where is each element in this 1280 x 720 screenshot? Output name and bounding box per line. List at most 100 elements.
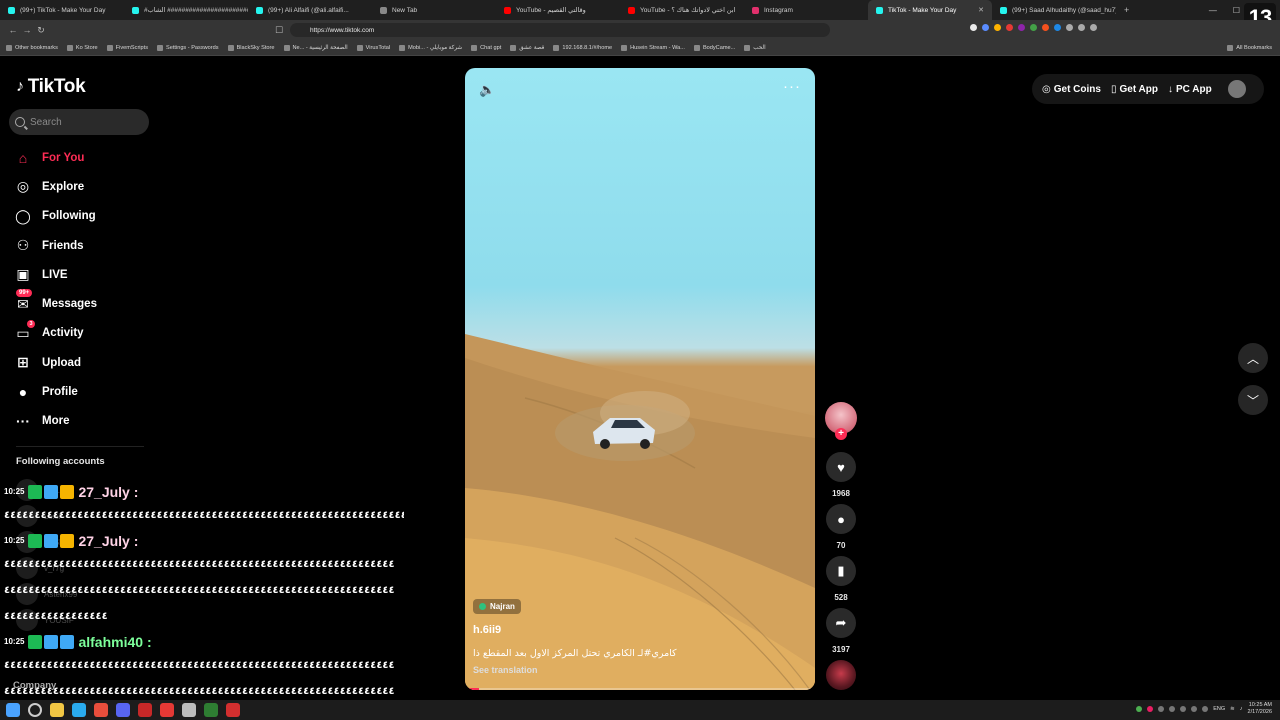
discord-icon[interactable] (116, 703, 130, 717)
pc-app-button[interactable]: ↓ PC App (1168, 84, 1212, 95)
sidebar-item-following[interactable]: ◯ Following (14, 202, 97, 231)
activity-icon: ▭ 3 (14, 320, 35, 342)
sidebar-item-friends[interactable]: ⚇ Friends (14, 231, 97, 260)
extension-icon[interactable] (1078, 24, 1085, 31)
maximize-icon[interactable]: ☐ (1233, 6, 1240, 15)
search-input[interactable]: Search (9, 109, 149, 135)
video-player[interactable]: 🔈 ··· Najran h.6ii9 كامري#لـ الكامري تحت… (465, 68, 815, 690)
bookmark-item[interactable]: BodyCame... (693, 44, 735, 51)
telegram-icon[interactable] (72, 703, 86, 717)
sidebar-item-activity[interactable]: ▭ 3 Activity (14, 319, 97, 348)
app-icon[interactable] (226, 703, 240, 717)
extension-icon[interactable] (982, 24, 989, 31)
volume-icon[interactable]: 🔈 (479, 82, 495, 98)
browser-tab[interactable]: YouTube - وقالتي القصيم (496, 0, 620, 20)
get-app-button[interactable]: ▯ Get App (1111, 84, 1158, 95)
bookmark-item[interactable]: Husein Stream - Wa... (621, 44, 685, 51)
comment-button[interactable]: ● 70 (825, 504, 857, 550)
bookmark-item[interactable]: قصة عشق (510, 44, 544, 51)
more-options-icon[interactable]: ··· (783, 78, 801, 95)
clock[interactable]: 10:25 AM 2/17/2026 (1248, 702, 1272, 716)
app-icon[interactable] (204, 703, 218, 717)
see-translation-link[interactable]: See translation (473, 665, 538, 675)
bookmark-item[interactable]: Settings - Passwords (157, 44, 219, 51)
browser-tab[interactable]: New Tab (372, 0, 496, 20)
extension-icon[interactable] (1042, 24, 1049, 31)
extension-icon[interactable] (1054, 24, 1061, 31)
browser-tab[interactable]: TikTok - Make Your Day ✕ (868, 0, 992, 20)
wifi-icon[interactable]: ≋ (1230, 706, 1235, 712)
tray-icon[interactable] (1158, 706, 1165, 712)
bookmark-item[interactable]: الحب (744, 44, 766, 51)
previous-video-button[interactable]: ︿ (1238, 343, 1268, 373)
app-icon[interactable] (182, 703, 196, 717)
bookmark-item[interactable]: BlackSky Store (227, 44, 275, 51)
sidebar-item-for-you[interactable]: ⌂ For You (14, 143, 97, 172)
sidebar-item-more[interactable]: ··· More (14, 407, 97, 436)
sidebar-item-explore[interactable]: ◎ Explore (14, 172, 97, 201)
browser-tab[interactable]: #الشاب ########################## (124, 0, 248, 20)
search-icon[interactable] (28, 703, 42, 717)
minimize-icon[interactable]: — (1209, 6, 1217, 15)
tray-icon[interactable] (1202, 706, 1209, 712)
all-bookmarks-link[interactable]: All Bookmarks (1227, 44, 1280, 51)
company-link[interactable]: Company (13, 680, 56, 691)
bookmark-item[interactable]: Ko Store (66, 44, 98, 51)
extension-icon[interactable] (1030, 24, 1037, 31)
app-icon[interactable] (138, 703, 152, 717)
tray-icon[interactable] (1136, 706, 1143, 712)
language-indicator[interactable]: ENG (1213, 706, 1225, 712)
volume-icon[interactable]: ♪ (1240, 706, 1243, 712)
extension-icon[interactable] (1018, 24, 1025, 31)
sidebar-item-profile[interactable]: ● Profile (14, 377, 97, 406)
url-input[interactable]: https://www.tiktok.com (290, 23, 830, 37)
location-tag[interactable]: Najran (473, 599, 521, 614)
friends-icon: ⚇ (16, 237, 30, 254)
tray-icon[interactable] (1147, 706, 1154, 712)
extension-icon[interactable] (994, 24, 1001, 31)
tray-icon[interactable] (1191, 706, 1198, 712)
browser-tab[interactable]: YouTube - ابن اختي لادواتك هناك ؟ (620, 0, 744, 20)
bookmark-item[interactable]: Mobi... - شركة موبايلي (399, 44, 462, 51)
extension-icon[interactable] (1066, 24, 1073, 31)
forward-icon[interactable]: → (20, 25, 34, 35)
extension-icon[interactable] (1006, 24, 1013, 31)
follow-plus-icon[interactable]: + (835, 428, 847, 440)
browser-tab[interactable]: (99+) Ali Alfaifi (@ali.alfaifi... (248, 0, 372, 20)
bookmark-item[interactable]: Other bookmarks (6, 44, 58, 51)
next-video-button[interactable]: ﹀ (1238, 385, 1268, 415)
browser-tab[interactable]: (99+) Saad Alhudaithy (@saad_hu7)... (992, 0, 1116, 20)
bookmark-item[interactable]: Ne... - الصفحة الرئيسية (283, 44, 348, 51)
browser-tab[interactable]: (99+) TikTok - Make Your Day (0, 0, 124, 20)
bookmark-item[interactable]: Chat gpt (471, 44, 501, 51)
user-avatar[interactable] (1227, 80, 1246, 98)
tray-icon[interactable] (1180, 706, 1187, 712)
bookmark-item[interactable]: VirusTotal (356, 44, 390, 51)
sidebar-item-upload[interactable]: ⊞ Upload (14, 348, 97, 377)
sound-disc-icon[interactable] (826, 660, 856, 690)
new-tab-button[interactable]: + (1116, 5, 1137, 15)
like-button[interactable]: ♥ 1968 (825, 452, 857, 498)
share-button[interactable]: ➦ 3197 (825, 608, 857, 654)
app-icon[interactable] (160, 703, 174, 717)
tiktok-logo[interactable]: ♪ TikTok (16, 76, 86, 98)
extension-icon[interactable] (970, 24, 977, 31)
bookmark-star-icon[interactable]: ☐ (272, 25, 286, 36)
tray-icon[interactable] (1169, 706, 1176, 712)
video-progress-bar[interactable] (465, 688, 815, 690)
video-author[interactable]: h.6ii9 (473, 624, 501, 636)
start-icon[interactable] (6, 703, 20, 717)
extension-icon[interactable] (1090, 24, 1097, 31)
browser-tab[interactable]: Instagram (744, 0, 868, 20)
reload-icon[interactable]: ↻ (34, 25, 48, 36)
get-coins-button[interactable]: ◎ Get Coins (1042, 84, 1101, 95)
file-explorer-icon[interactable] (50, 703, 64, 717)
back-icon[interactable]: ← (6, 25, 20, 35)
browser-icon[interactable] (94, 703, 108, 717)
sidebar-item-messages[interactable]: ✉ 99+ Messages (14, 289, 97, 318)
sidebar-item-live[interactable]: ▣ LIVE (14, 260, 97, 289)
save-button[interactable]: ▮ 528 (825, 556, 857, 602)
bookmark-item[interactable]: FivemScripts (106, 44, 148, 51)
bookmark-item[interactable]: 192.168.8.1/#/home (553, 44, 612, 51)
close-tab-icon[interactable]: ✕ (978, 6, 984, 14)
